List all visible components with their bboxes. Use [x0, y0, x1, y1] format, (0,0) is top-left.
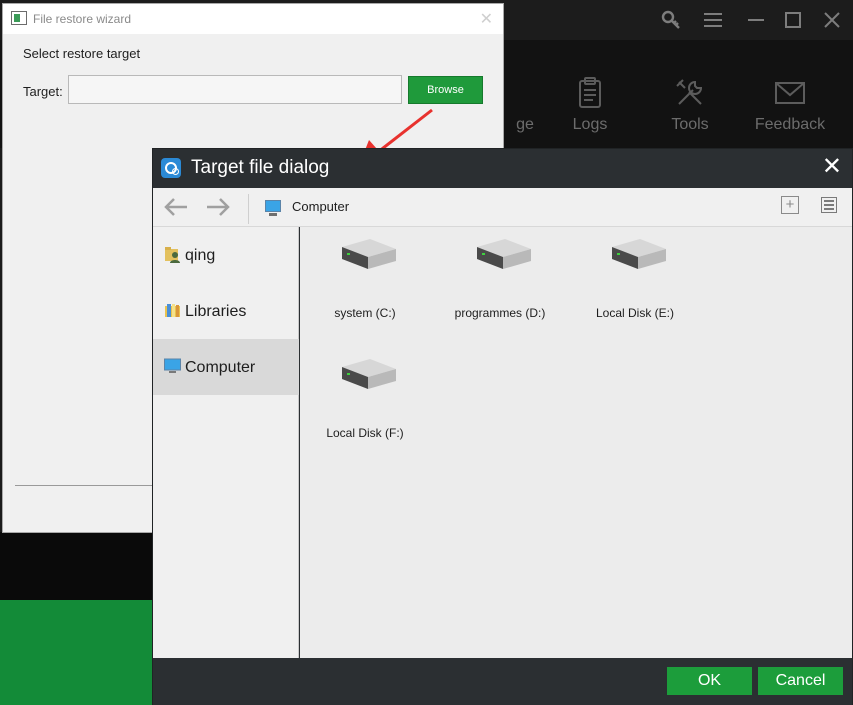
nav-label: Feedback	[754, 116, 826, 133]
sidebar-item-label: qing	[185, 247, 216, 264]
hard-drive-icon	[342, 239, 396, 269]
hard-drive-icon	[477, 239, 531, 269]
sidebar-item-libraries[interactable]: Libraries	[153, 283, 299, 339]
dialog-title: Target file dialog	[191, 157, 330, 178]
new-folder-icon[interactable]: +	[781, 196, 799, 214]
drive-item-e[interactable]: Local Disk (E:)	[570, 227, 700, 337]
nav-item-feedback[interactable]: Feedback	[740, 76, 840, 134]
mail-icon	[775, 82, 805, 104]
computer-icon	[164, 358, 181, 373]
location-label: Computer	[292, 199, 350, 214]
location-combo[interactable]: Computer	[263, 197, 758, 219]
back-arrow-icon[interactable]	[161, 194, 191, 220]
menu-icon[interactable]	[702, 9, 724, 31]
forward-arrow-icon[interactable]	[203, 194, 233, 220]
dialog-toolbar: Computer +	[153, 188, 852, 227]
sidebar-item-qing[interactable]: qing	[153, 227, 299, 283]
restore-app-icon	[161, 158, 181, 178]
drive-label: Local Disk (F:)	[326, 426, 404, 440]
drive-label: system (C:)	[334, 306, 396, 320]
maximize-icon[interactable]	[782, 9, 804, 31]
ok-button[interactable]: OK	[667, 667, 752, 695]
drive-list: system (C:) programmes (D:) Local Disk (…	[300, 227, 852, 658]
cancel-button[interactable]: Cancel	[758, 667, 843, 695]
wizard-title: File restore wizard	[33, 12, 132, 26]
drive-label: Local Disk (E:)	[595, 306, 675, 320]
target-file-dialog: Target file dialog ✕ Computer + qing Lib…	[152, 148, 853, 705]
toolbar-separator	[248, 194, 249, 224]
divider	[15, 485, 155, 486]
close-icon[interactable]	[821, 9, 843, 31]
tools-icon	[676, 79, 703, 105]
minimize-icon[interactable]	[745, 9, 767, 31]
dialog-titlebar: Target file dialog ✕	[153, 149, 852, 188]
nav-item-logs[interactable]: Logs	[540, 76, 640, 134]
nav-item-tools[interactable]: Tools	[640, 76, 740, 134]
drive-item-f[interactable]: Local Disk (F:)	[300, 347, 430, 457]
key-icon[interactable]	[660, 9, 682, 31]
list-view-icon[interactable]	[821, 197, 837, 213]
drive-item-c[interactable]: system (C:)	[300, 227, 430, 337]
target-label: Target:	[23, 84, 63, 99]
user-folder-icon	[165, 247, 180, 263]
sidebar-item-label: Computer	[185, 359, 256, 376]
hard-drive-icon	[342, 359, 396, 389]
drive-item-d[interactable]: programmes (D:)	[435, 227, 565, 337]
close-icon[interactable]: ✕	[480, 9, 493, 29]
sidebar-item-computer[interactable]: Computer	[153, 339, 299, 395]
app-icon	[11, 11, 27, 25]
close-icon[interactable]: ✕	[822, 155, 842, 179]
browse-button[interactable]: Browse	[408, 76, 483, 104]
background-panel	[0, 532, 160, 600]
target-input[interactable]	[68, 75, 402, 104]
dialog-footer: OK Cancel	[153, 658, 852, 705]
wizard-heading: Select restore target	[23, 46, 141, 61]
wizard-titlebar: File restore wizard ✕	[3, 4, 503, 34]
hard-drive-icon	[612, 239, 666, 269]
computer-icon	[265, 200, 281, 216]
nav-label: Tools	[671, 116, 709, 133]
drive-label: programmes (D:)	[454, 306, 546, 320]
dialog-sidebar: qing Libraries Computer	[153, 227, 299, 658]
sidebar-item-label: Libraries	[185, 303, 247, 320]
clipboard-icon	[579, 77, 601, 108]
nav-label: Logs	[572, 116, 608, 133]
libraries-icon	[165, 304, 180, 317]
